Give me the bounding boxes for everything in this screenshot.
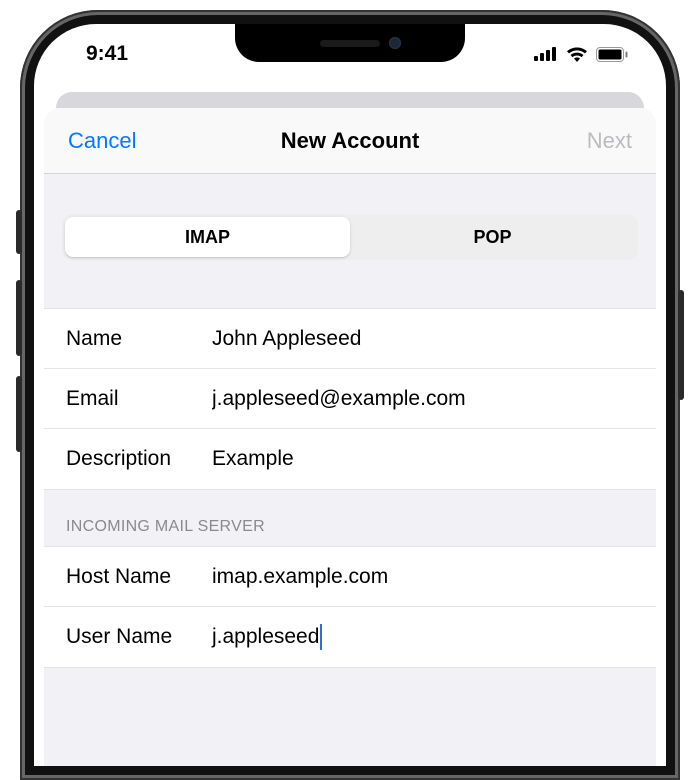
description-input[interactable] bbox=[212, 447, 634, 471]
username-input[interactable]: j.appleseed bbox=[212, 625, 319, 649]
wifi-icon bbox=[566, 46, 588, 62]
cellular-signal-icon bbox=[534, 47, 558, 61]
phone-frame: 9:41 Cancel New Account Next bbox=[20, 10, 680, 780]
name-label: Name bbox=[66, 327, 212, 351]
email-label: Email bbox=[66, 387, 212, 411]
speaker bbox=[320, 40, 380, 47]
email-input[interactable] bbox=[212, 387, 634, 411]
nav-bar: Cancel New Account Next bbox=[44, 108, 656, 174]
host-input[interactable] bbox=[212, 565, 634, 589]
text-cursor-icon bbox=[320, 624, 322, 650]
name-row[interactable]: Name bbox=[44, 309, 656, 369]
segment-pop[interactable]: POP bbox=[350, 217, 635, 257]
battery-icon bbox=[596, 47, 628, 62]
next-button[interactable]: Next bbox=[542, 128, 632, 154]
account-type-segmented[interactable]: IMAP POP bbox=[62, 214, 638, 260]
host-row[interactable]: Host Name bbox=[44, 547, 656, 607]
incoming-server-header: INCOMING MAIL SERVER bbox=[44, 490, 656, 546]
volume-down-button bbox=[16, 376, 22, 452]
notch bbox=[235, 24, 465, 62]
mute-switch bbox=[16, 210, 22, 254]
username-label: User Name bbox=[66, 625, 212, 649]
email-row[interactable]: Email bbox=[44, 369, 656, 429]
screen: 9:41 Cancel New Account Next bbox=[34, 24, 666, 766]
username-row[interactable]: User Name j.appleseed bbox=[44, 607, 656, 667]
host-label: Host Name bbox=[66, 565, 212, 589]
modal-sheet: Cancel New Account Next IMAP POP Name Em… bbox=[44, 108, 656, 766]
incoming-server-group: Host Name User Name j.appleseed bbox=[44, 546, 656, 668]
segment-imap[interactable]: IMAP bbox=[65, 217, 350, 257]
volume-up-button bbox=[16, 280, 22, 356]
account-info-group: Name Email Description bbox=[44, 308, 656, 490]
cancel-button[interactable]: Cancel bbox=[68, 128, 158, 154]
description-row[interactable]: Description bbox=[44, 429, 656, 489]
front-camera bbox=[389, 37, 401, 49]
description-label: Description bbox=[66, 447, 212, 471]
power-button bbox=[678, 290, 684, 400]
name-input[interactable] bbox=[212, 327, 634, 351]
status-time: 9:41 bbox=[86, 42, 128, 66]
page-title: New Account bbox=[281, 128, 420, 154]
